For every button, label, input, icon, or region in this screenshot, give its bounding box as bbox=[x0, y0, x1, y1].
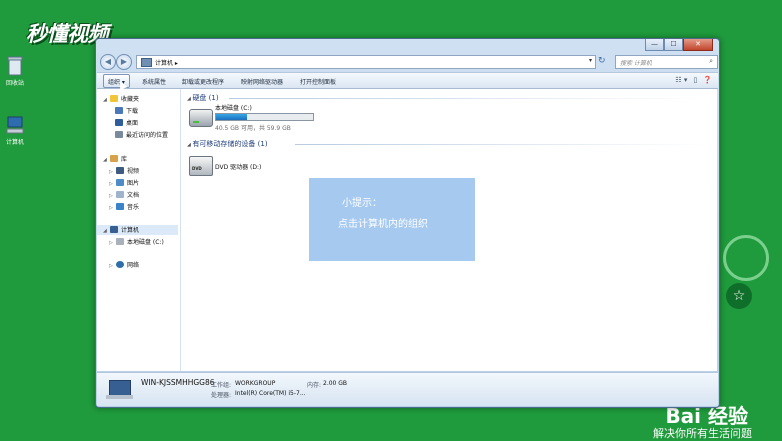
downloads-icon bbox=[115, 107, 123, 114]
uninstall-button[interactable]: 卸载或更改程序 bbox=[182, 77, 224, 86]
search-input[interactable]: 搜索 计算机 ⌕ bbox=[615, 55, 718, 69]
map-network-drive-button[interactable]: 映射网络驱动器 bbox=[241, 77, 283, 86]
maximize-button[interactable]: ☐ bbox=[664, 39, 683, 51]
processor-label: 处理器: bbox=[211, 392, 232, 399]
memory-label: 内存: bbox=[307, 382, 322, 389]
dvd-drive-icon: DVD bbox=[189, 156, 213, 176]
nav-pictures[interactable]: ▷ 图片 bbox=[109, 178, 139, 188]
documents-icon bbox=[116, 191, 124, 198]
nav-network[interactable]: ▷ 网络 bbox=[109, 260, 139, 270]
workgroup-value: WORKGROUP bbox=[235, 380, 276, 387]
forward-button[interactable]: ▶ bbox=[116, 54, 132, 70]
back-button[interactable]: ◀ bbox=[100, 54, 116, 70]
view-tools: ☷ ▾ ▯ ❓ bbox=[675, 75, 712, 85]
desktop-icon-label: 回收站 bbox=[5, 80, 24, 87]
drive-c-free-text: 40.5 GB 可用，共 59.9 GB bbox=[215, 125, 291, 132]
drive-icon bbox=[116, 238, 124, 245]
nav-local-disk[interactable]: ▷ 本地磁盘 (C:) bbox=[109, 237, 164, 247]
computer-name: WIN-KJSSMHHGG86 bbox=[141, 378, 215, 387]
tip-text: 点击计算机内的组织 bbox=[338, 219, 428, 230]
group-removable[interactable]: ◢ 有可移动存储的设备 (1) bbox=[187, 139, 268, 149]
music-icon bbox=[116, 203, 124, 210]
search-placeholder: 搜索 计算机 bbox=[620, 60, 652, 67]
computer-icon bbox=[141, 58, 152, 67]
library-icon bbox=[110, 155, 118, 162]
details-pane: WIN-KJSSMHHGG86 工作组: WORKGROUP 内存: 2.00 … bbox=[97, 372, 718, 406]
nav-desktop[interactable]: 桌面 bbox=[115, 118, 138, 128]
recent-places-icon bbox=[115, 131, 123, 138]
workgroup-label: 工作组: bbox=[211, 382, 232, 389]
preview-pane-icon[interactable]: ▯ bbox=[693, 75, 697, 85]
search-icon: ⌕ bbox=[709, 57, 713, 65]
computer-icon bbox=[6, 115, 24, 135]
chevron-down-icon[interactable]: ▾ bbox=[589, 57, 592, 64]
desktop-icon-label: 计算机 bbox=[5, 139, 24, 146]
address-bar[interactable]: 计算机 ▸ ▾ bbox=[136, 55, 596, 69]
drive-c-usage-fill bbox=[216, 114, 248, 120]
nav-libraries[interactable]: ◢ 库 bbox=[103, 154, 127, 164]
group-hard-drives[interactable]: ◢ 硬盘 (1) bbox=[187, 93, 219, 103]
drive-c-name: 本地磁盘 (C:) bbox=[215, 105, 252, 112]
command-bar: 组织 ▾ 系统属性 卸载或更改程序 映射网络驱动器 打开控制面板 ☷ ▾ ▯ ❓ bbox=[97, 72, 718, 89]
processor-value: Intel(R) Core(TM) i5-7... bbox=[235, 390, 306, 397]
computer-icon bbox=[110, 226, 118, 233]
tip-box: 小提示： 点击计算机内的组织 bbox=[309, 178, 475, 261]
decoration-circle bbox=[723, 235, 769, 281]
desktop-icon-computer[interactable]: 计算机 bbox=[0, 115, 30, 146]
nav-documents[interactable]: ▷ 文档 bbox=[109, 190, 139, 200]
dvd-drive-name: DVD 驱动器 (D:) bbox=[215, 164, 262, 171]
drive-c-usage-bar bbox=[215, 113, 314, 121]
nav-recent[interactable]: 最近访问的位置 bbox=[115, 130, 168, 140]
network-icon bbox=[116, 261, 124, 268]
control-panel-button[interactable]: 打开控制面板 bbox=[300, 77, 336, 86]
navigation-pane: ◢ 收藏夹 下载 桌面 最近访问的位置 ◢ 库 ▷ 视频 ▷ 图片 ▷ 文档 ▷ 音乐 ◢ 计… bbox=[97, 89, 181, 371]
minimize-button[interactable]: — bbox=[645, 39, 664, 51]
star-icon bbox=[110, 95, 118, 102]
navigation-row: ◀ ▶ 计算机 ▸ ▾ ↻ 搜索 计算机 ⌕ bbox=[100, 53, 718, 70]
group-divider bbox=[295, 144, 709, 145]
memory-value: 2.00 GB bbox=[323, 380, 348, 387]
system-properties-button[interactable]: 系统属性 bbox=[142, 77, 166, 86]
view-options-icon[interactable]: ☷ ▾ bbox=[675, 75, 687, 85]
tip-title: 小提示： bbox=[342, 198, 382, 209]
nav-music[interactable]: ▷ 音乐 bbox=[109, 202, 139, 212]
nav-videos[interactable]: ▷ 视频 bbox=[109, 166, 139, 176]
desktop-icon-recycle-bin[interactable]: 回收站 bbox=[0, 56, 30, 87]
recycle-bin-icon bbox=[6, 56, 24, 76]
desktop-icon bbox=[115, 119, 123, 126]
help-icon[interactable]: ❓ bbox=[703, 75, 712, 85]
computer-icon bbox=[106, 380, 133, 399]
nav-computer[interactable]: ◢ 计算机 bbox=[97, 225, 178, 235]
close-button[interactable]: ✕ bbox=[683, 39, 713, 51]
group-divider bbox=[229, 98, 709, 99]
address-text: 计算机 ▸ bbox=[155, 60, 178, 67]
pictures-icon bbox=[116, 179, 124, 186]
star-icon: ☆ bbox=[726, 283, 752, 309]
hard-drive-icon bbox=[189, 109, 213, 127]
nav-favorites[interactable]: ◢ 收藏夹 bbox=[103, 94, 139, 104]
nav-downloads[interactable]: 下载 bbox=[115, 106, 138, 116]
refresh-icon[interactable]: ↻ bbox=[598, 55, 610, 67]
video-icon bbox=[116, 167, 124, 174]
window-controls: — ☐ ✕ bbox=[645, 39, 713, 51]
